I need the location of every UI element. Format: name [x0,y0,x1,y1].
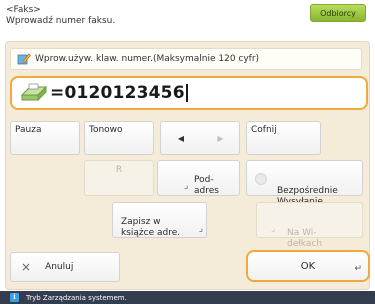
fax-number-value: =0120123456 [50,83,185,103]
arrow-left-button[interactable]: ◀ [161,122,201,154]
fax-number-input[interactable]: =0120123456 [10,76,368,110]
ok-label: OK [300,260,316,272]
info-bar-text: Wprow.używ. klaw. numer.(Maksymalnie 120… [35,54,260,64]
backspace-label: Cofnij [251,125,277,135]
screen-title: <Faks> [6,5,41,15]
toggle-indicator-icon [255,173,267,185]
r-key-label: R [115,165,123,175]
cancel-button[interactable]: × Anuluj [10,252,120,282]
expand-corner-icon: ⌟ [184,181,189,191]
cancel-label: Anuluj [45,261,74,272]
fax-icon [20,83,48,103]
expand-corner-icon: ⌟ [271,224,276,234]
pause-label: Pauza [15,125,42,135]
info-bar: Wprow.używ. klaw. numer.(Maksymalnie 120… [10,48,362,70]
pause-button[interactable]: Pauza [10,121,80,155]
r-key-button[interactable]: R [84,160,154,196]
direct-send-button[interactable]: Bezpośrednie Wysyłanie [246,160,363,207]
text-cursor [185,84,188,102]
ok-button[interactable]: OK ↵ [246,250,370,282]
arrow-right-icon: ▶ [217,133,224,143]
save-to-address-book-button[interactable]: Zapisz w książce adre. ⌟ [112,202,207,238]
arrow-right-button[interactable]: ▶ [201,122,240,154]
expand-corner-icon: ⌟ [198,224,203,234]
cursor-arrow-group: ◀ ▶ [160,121,240,155]
info-icon: i [10,293,19,302]
close-icon: × [21,259,32,274]
on-hook-button[interactable]: Na Wi- dełkach ⌟ [256,202,363,249]
backspace-button[interactable]: Cofnij [246,121,321,155]
save-to-address-book-label: Zapisz w książce adre. [121,217,181,238]
pencil-icon [17,52,31,66]
recipients-button[interactable]: Odbiorcy [310,4,366,22]
arrow-left-icon: ◀ [177,133,185,143]
subaddress-button[interactable]: Pod- adres ⌟ [157,160,240,196]
tone-button[interactable]: Tonowo [84,121,154,155]
on-hook-label: Na Wi- dełkach [287,228,323,249]
subaddress-label: Pod- adres [194,175,219,196]
return-arrow-icon: ↵ [354,264,362,274]
status-bar: i Tryb Zarządzania systemem. [0,291,375,304]
tone-label: Tonowo [89,125,123,135]
status-text: Tryb Zarządzania systemem. [26,293,127,302]
screen-instruction: Wprowadź numer faksu. [6,16,116,26]
